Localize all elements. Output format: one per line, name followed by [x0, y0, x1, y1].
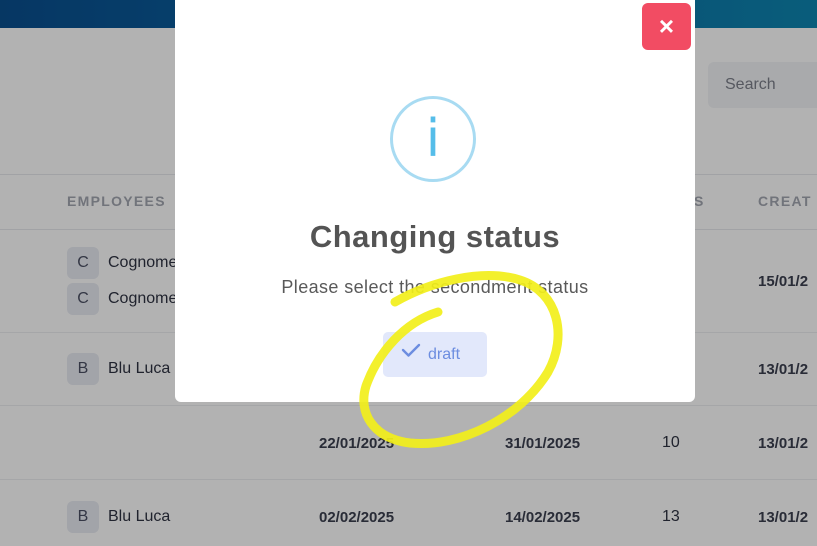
dialog-subtitle: Please select the secondment status — [281, 277, 589, 297]
dialog-title: Changing status — [309, 219, 561, 254]
info-glyph: i — [425, 109, 441, 169]
draft-status-label: draft — [428, 346, 461, 363]
info-icon: i — [390, 96, 476, 182]
draft-status-button[interactable]: draft — [383, 332, 487, 377]
close-button[interactable]: × — [642, 3, 691, 50]
close-icon: × — [658, 11, 675, 41]
check-icon — [401, 331, 421, 376]
